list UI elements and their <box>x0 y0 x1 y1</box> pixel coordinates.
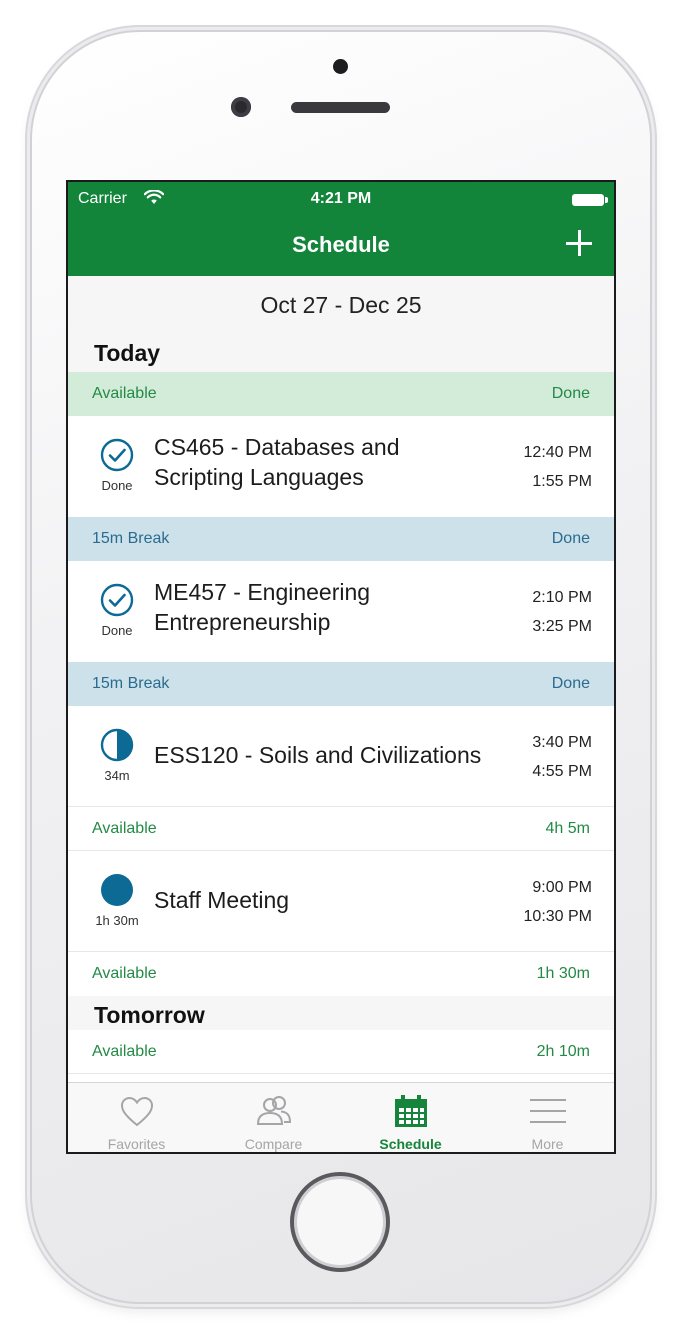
calendar-icon <box>394 1095 427 1127</box>
event-status: 1h 30m <box>95 913 139 928</box>
tab-compare[interactable]: Compare <box>205 1083 342 1152</box>
people-icon <box>256 1096 291 1125</box>
event-times: 12:40 PM 1:55 PM <box>524 438 592 496</box>
slot-label: Available <box>92 385 157 402</box>
section-header-tomorrow: Tomorrow <box>68 996 614 1034</box>
section-header-today: Today <box>68 334 614 372</box>
event-start: 9:00 PM <box>532 879 592 896</box>
event-title: Staff Meeting <box>154 887 290 913</box>
event-times: 2:10 PM 3:25 PM <box>532 583 592 641</box>
tab-label: Compare <box>244 1136 303 1152</box>
battery-icon <box>572 194 608 206</box>
page-title: Schedule <box>292 232 390 257</box>
break-slot[interactable]: 15m Break Done <box>68 662 614 706</box>
screen: Carrier 4:21 PM Schedule Oct 27 - Dec 25… <box>66 180 616 1154</box>
tab-schedule[interactable]: Schedule <box>342 1083 479 1152</box>
slot-label: 15m Break <box>92 675 170 692</box>
slot-value: Done <box>551 385 590 402</box>
event-title-line: Scripting Languages <box>154 464 364 490</box>
slot-label: Available <box>92 1043 157 1060</box>
tab-favorites[interactable]: Favorites <box>68 1083 205 1152</box>
status-bar: Carrier 4:21 PM <box>68 182 614 216</box>
tab-label: More <box>531 1136 564 1152</box>
event-row[interactable]: 34m ESS120 - Soils and Civilizations 3:4… <box>68 706 614 807</box>
event-start: 2:10 PM <box>532 589 592 606</box>
tab-more[interactable]: More <box>479 1083 614 1152</box>
slot-value: 1h 30m <box>536 965 590 982</box>
available-slot[interactable]: Available 2h 10m <box>68 1030 614 1074</box>
slot-label: Available <box>92 820 157 837</box>
power-button[interactable] <box>652 300 657 388</box>
progress-circle-icon <box>100 728 134 762</box>
event-times: 9:00 PM 10:30 PM <box>524 873 592 931</box>
event-status: 34m <box>104 768 130 783</box>
available-slot[interactable]: Available 4h 5m <box>68 807 614 851</box>
event-end: 3:25 PM <box>532 618 592 635</box>
menu-lines-icon <box>529 1099 566 1123</box>
slot-value: 4h 5m <box>545 820 590 837</box>
check-circle-icon <box>100 438 134 472</box>
slot-value: Done <box>551 675 590 692</box>
event-row[interactable]: Done CS465 - Databases and Scripting Lan… <box>68 416 614 517</box>
check-circle-icon <box>100 583 134 617</box>
front-camera <box>231 97 251 117</box>
event-row[interactable]: 1h 30m Staff Meeting 9:00 PM 10:30 PM <box>68 851 614 952</box>
event-title: ME457 - Engineering Entrepreneurship <box>154 577 494 637</box>
event-end: 1:55 PM <box>532 473 592 490</box>
filled-circle-icon <box>101 874 133 906</box>
event-title: ESS120 - Soils and Civilizations <box>154 742 482 768</box>
slot-value: Done <box>551 530 590 547</box>
event-title-line: CS465 - Databases and <box>154 434 400 460</box>
navigation-bar: Carrier 4:21 PM Schedule <box>68 182 614 276</box>
event-start: 3:40 PM <box>532 734 592 751</box>
status-time: 4:21 PM <box>310 190 372 207</box>
tab-label: Schedule <box>379 1136 442 1152</box>
available-slot[interactable]: Available Done <box>68 372 614 416</box>
date-range[interactable]: Oct 27 - Dec 25 <box>68 276 614 334</box>
event-times: 3:40 PM 4:55 PM <box>532 728 592 786</box>
event-title-line: Entrepreneurship <box>154 609 331 635</box>
break-slot[interactable]: 15m Break Done <box>68 517 614 561</box>
event-title: CS465 - Databases and Scripting Language… <box>154 432 494 492</box>
plus-icon[interactable] <box>564 228 594 258</box>
event-title-line: ME457 - Engineering <box>154 579 371 605</box>
event-end: 4:55 PM <box>532 763 592 780</box>
tab-label: Favorites <box>107 1136 166 1152</box>
event-row[interactable]: Done ME457 - Engineering Entrepreneurshi… <box>68 561 614 662</box>
event-status: Done <box>101 478 133 493</box>
slot-label: Available <box>92 965 157 982</box>
event-end: 10:30 PM <box>523 908 592 925</box>
event-start: 12:40 PM <box>523 444 592 461</box>
heart-icon <box>120 1096 153 1127</box>
earpiece-speaker <box>291 102 390 113</box>
available-slot[interactable]: Available 1h 30m <box>68 952 614 996</box>
event-status: Done <box>101 623 133 638</box>
proximity-sensor <box>333 59 348 74</box>
tab-bar: Favorites Compare Schedule More <box>68 1082 614 1152</box>
home-button[interactable] <box>290 1172 390 1272</box>
slot-value: 2h 10m <box>536 1043 590 1060</box>
slot-label: 15m Break <box>92 530 170 547</box>
